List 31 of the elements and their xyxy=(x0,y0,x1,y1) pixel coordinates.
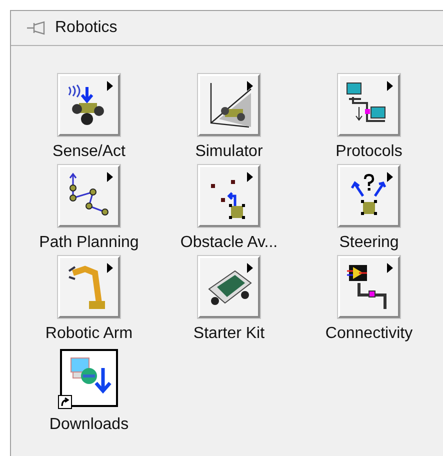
subpalette-button[interactable] xyxy=(198,256,260,318)
subpalette-button[interactable] xyxy=(198,165,260,227)
palette-item-label: Connectivity xyxy=(325,324,413,344)
submenu-arrow-icon xyxy=(387,263,393,273)
subpalette-button[interactable] xyxy=(338,74,400,136)
shortcut-button[interactable] xyxy=(60,349,118,407)
palette-item-label: Downloads xyxy=(49,415,129,435)
subpalette-button[interactable] xyxy=(198,74,260,136)
submenu-arrow-icon xyxy=(247,172,253,182)
submenu-arrow-icon xyxy=(107,81,113,91)
palette-title: Robotics xyxy=(55,19,118,37)
submenu-arrow-icon xyxy=(107,172,113,182)
subpalette-button[interactable] xyxy=(58,165,120,227)
submenu-arrow-icon xyxy=(247,81,253,91)
palette-item-label: Obstacle Av... xyxy=(180,233,278,253)
palette-item-label: Robotic Arm xyxy=(45,324,133,344)
palette-item-label: Simulator xyxy=(195,142,263,162)
submenu-arrow-icon xyxy=(247,263,253,273)
palette-item-label: Path Planning xyxy=(39,233,139,253)
submenu-arrow-icon xyxy=(387,81,393,91)
shortcut-arrow-icon xyxy=(58,395,72,409)
palette-item-label: Steering xyxy=(339,233,399,253)
palette-item-label: Starter Kit xyxy=(193,324,265,344)
subpalette-button[interactable] xyxy=(58,74,120,136)
submenu-arrow-icon xyxy=(107,263,113,273)
submenu-arrow-icon xyxy=(387,172,393,182)
pin-icon[interactable] xyxy=(27,20,47,36)
palette-item-label: Sense/Act xyxy=(52,142,126,162)
subpalette-button[interactable] xyxy=(338,165,400,227)
palette-item-label: Protocols xyxy=(336,142,402,162)
subpalette-button[interactable] xyxy=(338,256,400,318)
